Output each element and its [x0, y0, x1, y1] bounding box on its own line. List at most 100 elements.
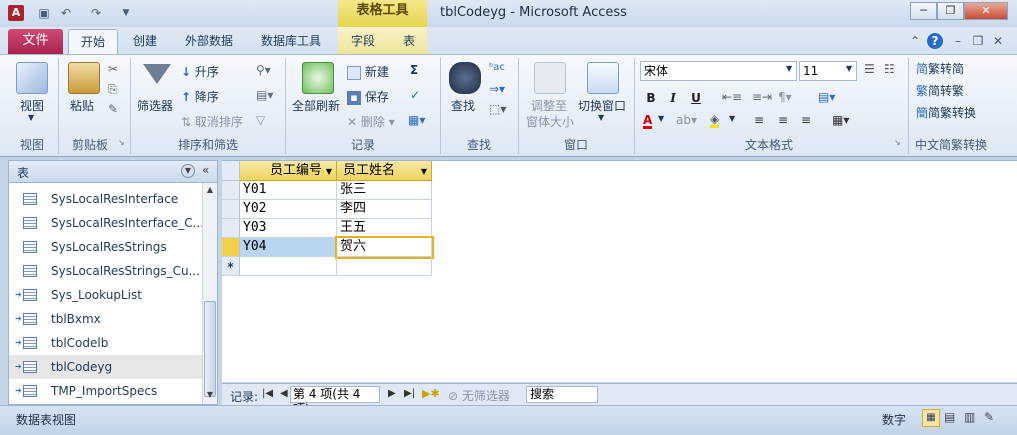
fill-color-icon[interactable]: ◈: [710, 113, 720, 128]
save-record[interactable]: ▪ 保存: [347, 88, 389, 105]
nav-item-table[interactable]: ➔ tblBxmx: [9, 307, 202, 331]
text-format-launcher-icon[interactable]: ↘: [894, 138, 901, 147]
last-record-icon[interactable]: ▶|: [404, 388, 415, 399]
size-to-fit-icon[interactable]: [534, 62, 566, 94]
advanced-filter-icon[interactable]: ▤▾: [256, 88, 273, 102]
nav-item-table[interactable]: ➔ Sys_LookupList: [9, 283, 202, 307]
tab-database-tools[interactable]: 数据库工具: [252, 29, 330, 54]
toggle-filter-icon[interactable]: ▽: [256, 113, 265, 127]
column-dropdown-icon[interactable]: ▼: [421, 162, 427, 181]
collapse-ribbon-icon[interactable]: ⌃: [907, 33, 923, 49]
more-records-icon[interactable]: ▦▾: [408, 113, 425, 127]
maximize-button[interactable]: ❐: [937, 2, 964, 20]
no-filter-indicator[interactable]: ⊘ 无筛选器: [448, 387, 510, 404]
cell-employee-id[interactable]: Y03: [240, 219, 337, 238]
select-icon[interactable]: ⬚▾: [489, 102, 506, 116]
doc-close-icon[interactable]: ✕: [990, 33, 1006, 49]
redo-icon[interactable]: ↷: [88, 5, 104, 21]
new-blank-record-icon[interactable]: ▶✱: [422, 387, 440, 400]
font-color-icon[interactable]: A: [643, 114, 653, 129]
cell-employee-id[interactable]: Y04: [240, 238, 337, 257]
numbering-icon[interactable]: ☷: [884, 62, 895, 76]
align-right-icon[interactable]: ≡: [801, 113, 811, 127]
switch-windows-dropdown-icon[interactable]: ▼: [598, 113, 604, 122]
row-selector[interactable]: [222, 238, 240, 257]
nav-pane-header[interactable]: 表 ▼ «: [9, 161, 217, 183]
select-all-corner[interactable]: [222, 161, 240, 181]
cell-employee-name[interactable]: 李四: [337, 200, 432, 219]
paste-icon[interactable]: [68, 62, 100, 94]
find-binoculars-icon[interactable]: [449, 62, 481, 94]
sort-descending[interactable]: ↑ 降序: [181, 88, 219, 105]
previous-record-icon[interactable]: ◀: [280, 388, 288, 399]
bullets-icon[interactable]: ☰: [864, 62, 875, 76]
row-selector[interactable]: [222, 200, 240, 219]
column-header-employee-name[interactable]: 员工姓名 ▼: [337, 161, 432, 181]
delete-record[interactable]: ✕ 删除 ▾: [347, 113, 395, 130]
refresh-all-button[interactable]: 全部刷新: [292, 97, 340, 114]
nav-item-table[interactable]: ➔ tblCodelb: [9, 331, 202, 355]
new-record[interactable]: 新建: [347, 63, 389, 80]
font-name-dropdown-icon[interactable]: ▼: [786, 64, 792, 73]
alternate-row-color-icon[interactable]: ▦▾: [832, 113, 849, 127]
nav-item-table[interactable]: ➔ TMP_ImportSpecs: [9, 379, 202, 403]
simp-trad-convert[interactable]: 簡简繁转换: [916, 104, 976, 121]
first-record-icon[interactable]: |◀: [262, 388, 273, 399]
font-name-combo[interactable]: 宋体: [640, 61, 797, 81]
view-dropdown-icon[interactable]: ▼: [28, 113, 34, 122]
view-button[interactable]: 视图: [20, 97, 44, 114]
minimize-button[interactable]: ─: [910, 2, 937, 20]
tab-table[interactable]: 表: [392, 29, 426, 54]
scroll-down-icon[interactable]: ▼: [204, 390, 216, 399]
filter-button[interactable]: 筛选器: [137, 97, 173, 114]
cell-employee-id[interactable]: Y02: [240, 200, 337, 219]
cell-employee-name[interactable]: 贺六: [335, 236, 434, 259]
nav-item-table[interactable]: SysLocalResInterface: [9, 187, 202, 211]
new-record-cell[interactable]: [337, 257, 432, 276]
tab-create[interactable]: 创建: [124, 29, 166, 54]
cell-employee-name[interactable]: 张三: [337, 181, 432, 200]
next-record-icon[interactable]: ▶: [388, 388, 396, 399]
spelling-icon[interactable]: ✓: [410, 88, 420, 102]
help-icon[interactable]: ?: [927, 33, 943, 49]
close-button[interactable]: ✕: [964, 2, 1008, 20]
format-painter-icon[interactable]: ✎: [108, 102, 118, 116]
italic-button[interactable]: I: [664, 89, 682, 107]
new-record-cell[interactable]: [240, 257, 337, 276]
switch-windows-button[interactable]: 切换窗口: [578, 97, 626, 114]
nav-menu-icon[interactable]: ▼: [181, 164, 195, 178]
gridlines-icon[interactable]: ▤▾: [818, 90, 835, 104]
tab-file[interactable]: 文件: [8, 29, 63, 54]
copy-icon[interactable]: ⎘: [108, 82, 118, 97]
simp-to-trad[interactable]: 繁简转繁: [916, 82, 964, 99]
paragraph-direction-icon[interactable]: ¶▾: [778, 90, 792, 104]
column-dropdown-icon[interactable]: ▼: [326, 162, 332, 181]
pivot-table-view-icon[interactable]: ▤: [944, 410, 955, 424]
size-to-fit-label-2[interactable]: 窗体大小: [526, 113, 574, 130]
tab-fields[interactable]: 字段: [342, 29, 384, 54]
filter-icon[interactable]: [143, 64, 171, 84]
cell-employee-name[interactable]: 王五: [337, 219, 432, 238]
font-size-dropdown-icon[interactable]: ▼: [846, 64, 852, 73]
access-app-icon[interactable]: A: [8, 5, 24, 21]
font-color-dropdown-icon[interactable]: ▼: [658, 114, 664, 123]
tab-external-data[interactable]: 外部数据: [176, 29, 242, 54]
shutter-bar-icon[interactable]: «: [202, 163, 209, 177]
paste-button[interactable]: 粘贴: [70, 97, 94, 114]
find-button[interactable]: 查找: [451, 97, 475, 114]
align-center-icon[interactable]: ≡: [778, 113, 788, 127]
doc-restore-icon[interactable]: ❐: [970, 33, 986, 49]
scroll-up-icon[interactable]: ▲: [204, 185, 216, 194]
save-icon[interactable]: ▣: [36, 5, 52, 21]
decrease-indent-icon[interactable]: ⇤≡: [722, 90, 742, 104]
fill-color-dropdown-icon[interactable]: ▼: [729, 114, 735, 123]
underline-button[interactable]: U: [687, 89, 705, 107]
view-icon[interactable]: [16, 62, 48, 94]
datasheet-view-icon[interactable]: ▦: [922, 409, 940, 427]
align-left-icon[interactable]: ≡: [754, 113, 764, 127]
row-selector[interactable]: [222, 219, 240, 238]
increase-indent-icon[interactable]: ≡⇥: [752, 90, 772, 104]
sort-ascending[interactable]: ↓ 升序: [181, 63, 219, 80]
cell-employee-id[interactable]: Y01: [240, 181, 337, 200]
customize-qat-icon[interactable]: ▼: [118, 5, 134, 21]
